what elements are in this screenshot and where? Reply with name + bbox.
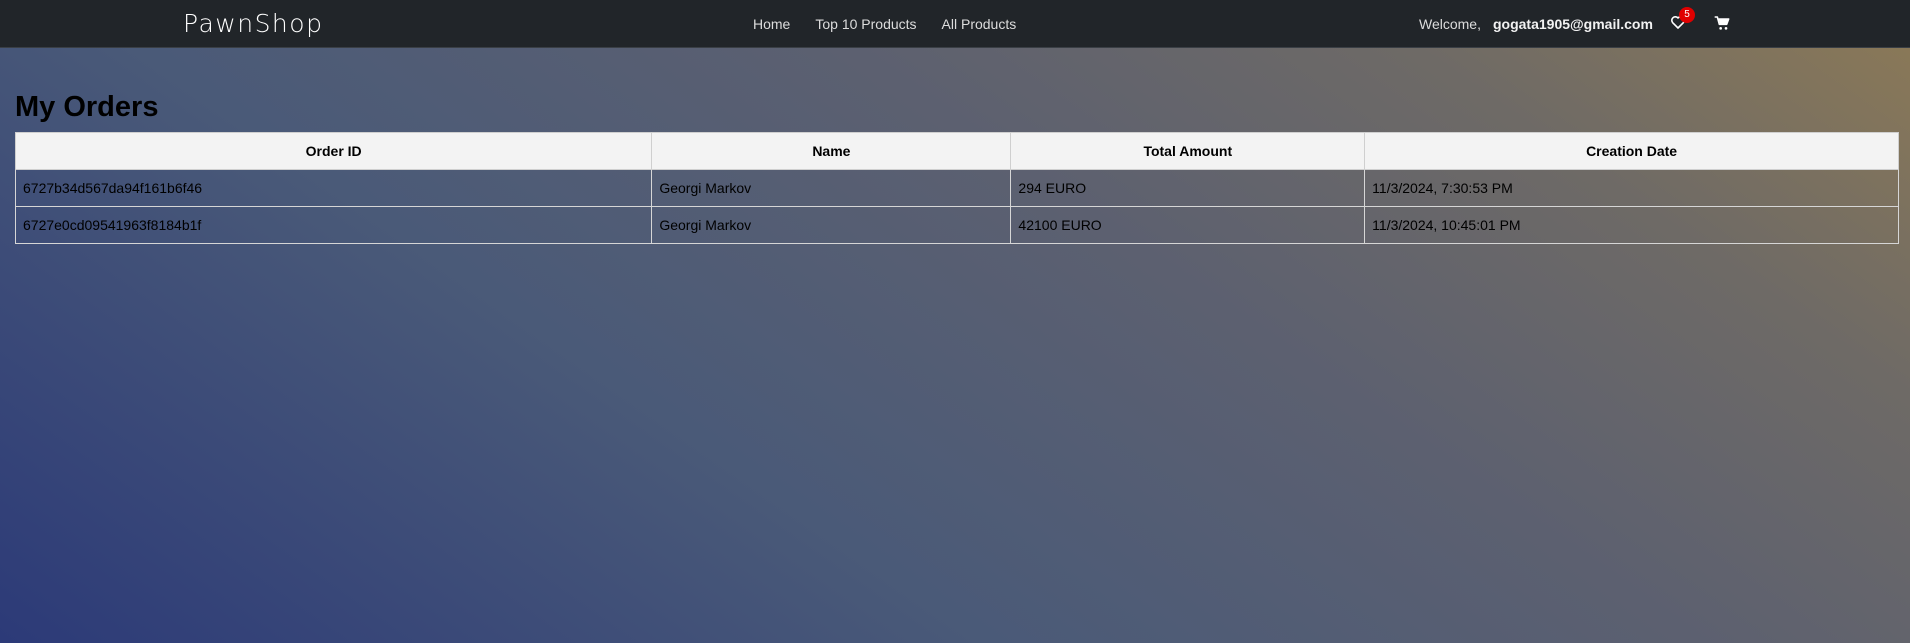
nav-link-top-10-products[interactable]: Top 10 Products	[815, 16, 916, 32]
navbar: PawnShop Home Top 10 Products All Produc…	[0, 0, 1910, 48]
creation-date-cell: 11/3/2024, 7:30:53 PM	[1364, 169, 1899, 207]
total-amount-cell: 42100 EURO	[1010, 206, 1366, 244]
total-amount-cell: 294 EURO	[1010, 169, 1366, 207]
table-row: 6727b34d567da94f161b6f46 Georgi Markov 2…	[14, 169, 1899, 207]
cart-icon[interactable]	[1714, 15, 1730, 31]
column-header-order-id: Order ID	[14, 132, 653, 170]
order-id-cell: 6727e0cd09541963f8184b1f	[14, 206, 653, 244]
orders-table: Order ID Name Total Amount Creation Date…	[14, 132, 1899, 244]
name-cell: Georgi Markov	[651, 169, 1012, 207]
wishlist-count-badge: 5	[1679, 7, 1695, 23]
creation-date-cell: 11/3/2024, 10:45:01 PM	[1364, 206, 1899, 244]
user-greeting: Welcome, gogata1905@gmail.com	[1419, 16, 1653, 32]
column-header-creation-date: Creation Date	[1364, 132, 1899, 170]
name-cell: Georgi Markov	[651, 206, 1012, 244]
order-id-cell: 6727b34d567da94f161b6f46	[14, 169, 653, 207]
table-header-row: Order ID Name Total Amount Creation Date	[14, 132, 1899, 170]
nav-link-home[interactable]: Home	[753, 16, 790, 32]
page-title: My Orders	[15, 91, 159, 123]
nav-links: Home Top 10 Products All Products	[753, 16, 1016, 32]
brand-logo[interactable]: PawnShop	[183, 9, 323, 38]
table-row: 6727e0cd09541963f8184b1f Georgi Markov 4…	[14, 206, 1899, 244]
nav-link-all-products[interactable]: All Products	[942, 16, 1017, 32]
welcome-text: Welcome,	[1419, 16, 1481, 32]
column-header-total-amount: Total Amount	[1010, 132, 1366, 170]
column-header-name: Name	[651, 132, 1012, 170]
user-email: gogata1905@gmail.com	[1492, 16, 1653, 32]
